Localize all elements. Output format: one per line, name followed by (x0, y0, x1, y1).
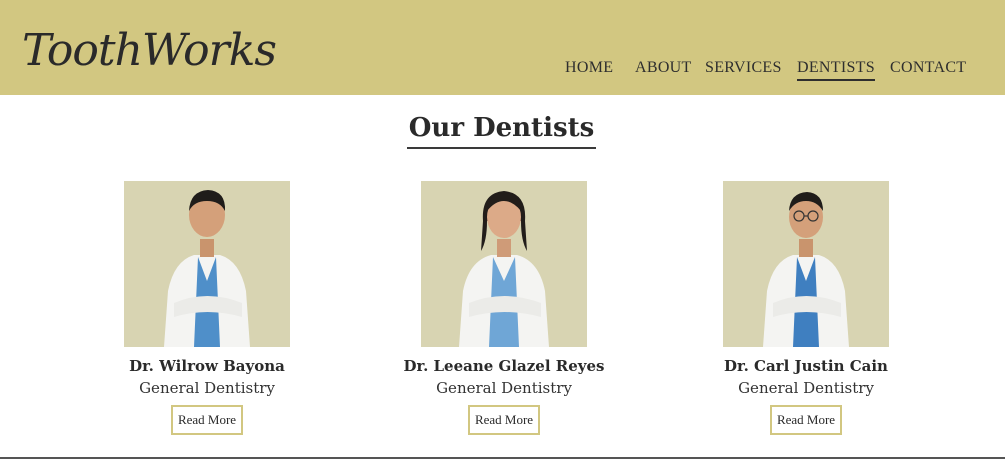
nav-contact[interactable]: CONTACT (890, 59, 966, 77)
dentist-name: Dr. Wilrow Bayona (129, 357, 285, 375)
dentist-photo (723, 181, 889, 347)
section-title-wrap: Our Dentists (0, 113, 1005, 149)
dentist-card: Dr. Carl Justin Cain General Dentistry R… (676, 181, 936, 435)
site-header: ToothWorks HOME ABOUT SERVICES DENTISTS … (0, 0, 1005, 95)
nav-home[interactable]: HOME (565, 59, 613, 77)
dentist-specialty: General Dentistry (738, 379, 874, 397)
dentist-specialty: General Dentistry (436, 379, 572, 397)
dentist-specialty: General Dentistry (139, 379, 275, 397)
read-more-button[interactable]: Read More (467, 405, 541, 435)
read-more-button[interactable]: Read More (170, 405, 244, 435)
toothworks-logo[interactable]: ToothWorks (22, 24, 277, 78)
nav-about[interactable]: ABOUT (635, 59, 692, 77)
dentist-photo (421, 181, 587, 347)
read-more-button[interactable]: Read More (769, 405, 843, 435)
dentist-photo (124, 181, 290, 347)
nav-dentists[interactable]: DENTISTS (797, 59, 875, 81)
page-title: Our Dentists (406, 113, 597, 149)
dentist-name: Dr. Leeane Glazel Reyes (403, 357, 605, 375)
dentist-card: Dr. Wilrow Bayona General Dentistry Read… (77, 181, 337, 435)
dentist-name: Dr. Carl Justin Cain (724, 357, 888, 375)
nav-services[interactable]: SERVICES (705, 59, 782, 77)
dentist-card: Dr. Leeane Glazel Reyes General Dentistr… (374, 181, 634, 435)
